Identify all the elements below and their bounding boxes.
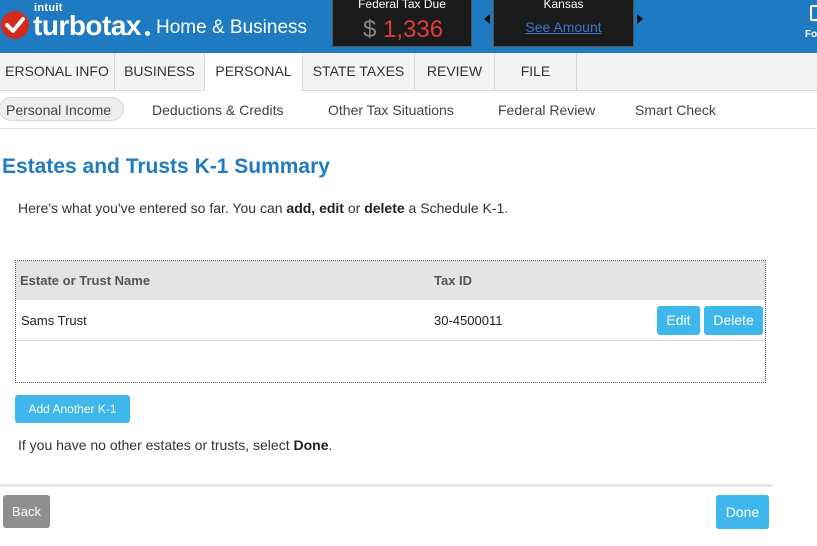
state-refund-meter[interactable]: Kansas See Amount [493,0,634,47]
intro-sep: or [343,200,365,216]
intro-part: Here's what you've entered so far. You c… [18,200,287,216]
row-estate-name: Sams Trust [21,313,87,328]
delete-button[interactable]: Delete [704,306,763,335]
outro-text: If you have no other estates or trusts, … [18,437,332,453]
arrow-left-icon[interactable] [484,14,490,24]
k1-summary-table: Estate or Trust Name Tax ID Sams Trust 3… [15,260,766,383]
table-header: Estate or Trust Name Tax ID [16,261,765,300]
app-header: intuit turbotax Home & Business Federal … [0,0,817,53]
tab-business[interactable]: BUSINESS [115,53,205,91]
checkmark-logo-icon [1,11,29,39]
federal-refund-meter[interactable]: Federal Tax Due $ 1,336 [332,0,472,47]
tab-personal[interactable]: PERSONAL [205,53,303,92]
document-icon[interactable] [810,5,817,21]
federal-amount-value: 1,336 [383,16,444,43]
arrow-right-icon[interactable] [637,14,643,24]
subnav-deductions-credits[interactable]: Deductions & Credits [152,102,284,118]
outro-done: Done [293,437,329,453]
federal-amount: $ 1,336 [363,16,443,44]
currency-symbol: $ [363,16,377,43]
main-tabs: ERSONAL INFO BUSINESS PERSONAL STATE TAX… [0,53,817,92]
intro-part: a Schedule K-1. [404,200,509,216]
outro-part: . [328,437,333,453]
tab-review[interactable]: REVIEW [415,53,495,91]
tab-file[interactable]: FILE [495,53,577,91]
see-amount-link[interactable]: See Amount [494,19,633,35]
intro-edit: edit [319,200,344,216]
subnav-other-tax-situations[interactable]: Other Tax Situations [328,102,454,118]
intro-delete: delete [364,200,405,216]
product-edition: Home & Business [156,17,308,38]
column-header-name: Estate or Trust Name [20,273,151,288]
header-right-label[interactable]: Fo [805,29,817,40]
intro-text: Here's what you've entered so far. You c… [18,200,508,216]
tab-personal-info[interactable]: ERSONAL INFO [0,53,115,91]
subnav-federal-review[interactable]: Federal Review [498,102,595,118]
back-button[interactable]: Back [3,495,50,528]
footer-divider [0,484,772,487]
brand-dot [145,31,150,36]
add-another-k1-button[interactable]: Add Another K-1 [15,395,130,423]
row-tax-id: 30-4500011 [434,313,503,328]
subnav-personal-income[interactable]: Personal Income [0,97,125,121]
table-row: Sams Trust 30-4500011 Edit Delete [16,300,765,341]
done-button[interactable]: Done [716,495,769,529]
tab-state-taxes[interactable]: STATE TAXES [303,53,415,91]
page-title: Estates and Trusts K-1 Summary [2,155,330,178]
subnav-smart-check[interactable]: Smart Check [635,102,716,118]
brand-name: turbotax [33,10,142,41]
intro-add: add, [286,200,316,216]
sub-navigation: Personal Income Deductions & Credits Oth… [0,91,817,129]
state-label: Kansas [543,0,584,11]
column-header-tax-id: Tax ID [434,273,473,288]
federal-label: Federal Tax Due [358,0,446,11]
outro-part: If you have no other estates or trusts, … [18,437,294,453]
edit-button[interactable]: Edit [657,306,700,335]
